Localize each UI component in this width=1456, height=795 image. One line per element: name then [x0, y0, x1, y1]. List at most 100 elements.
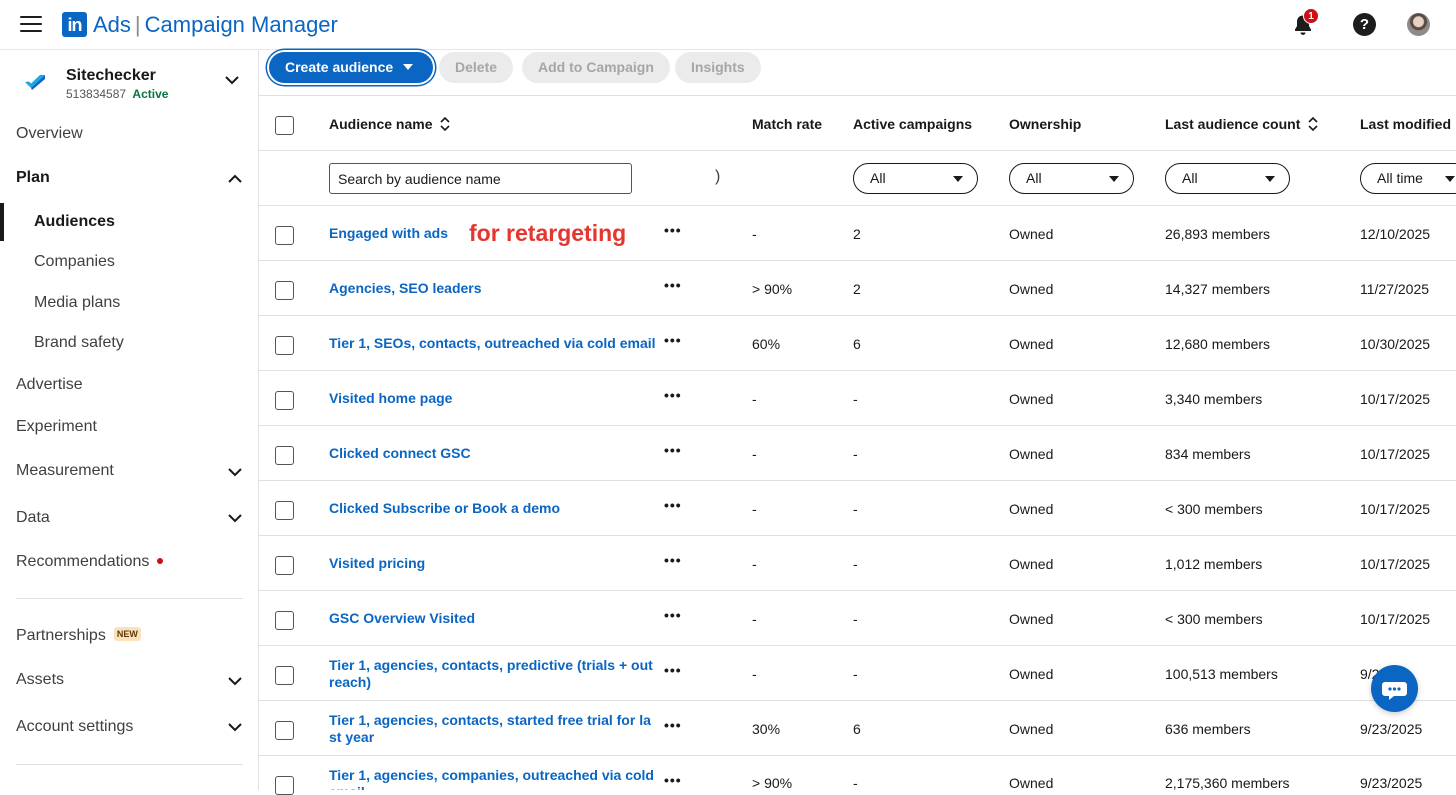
- ownership: Owned: [1009, 775, 1054, 791]
- row-divider: [259, 480, 1456, 481]
- audience-name-link[interactable]: Visited pricing: [329, 555, 659, 572]
- nav-data[interactable]: Data: [16, 509, 50, 527]
- match-rate: -: [752, 501, 757, 517]
- chevron-down-icon[interactable]: [226, 675, 244, 687]
- row-checkbox[interactable]: [275, 611, 294, 630]
- match-rate: -: [752, 391, 757, 407]
- chevron-down-icon[interactable]: [226, 721, 244, 733]
- row-checkbox[interactable]: [275, 336, 294, 355]
- chevron-down-icon[interactable]: [226, 466, 244, 478]
- more-icon[interactable]: •••: [664, 332, 682, 348]
- row-checkbox[interactable]: [275, 776, 294, 795]
- nav-partnerships[interactable]: Partnerships NEW: [16, 626, 141, 645]
- account-switcher[interactable]: Sitechecker 513834587 Active: [0, 61, 259, 111]
- more-icon[interactable]: •••: [664, 607, 682, 623]
- insights-button[interactable]: Insights: [675, 52, 761, 83]
- nav-experiment[interactable]: Experiment: [16, 418, 97, 436]
- column-header-active-campaigns: Active campaigns: [853, 116, 973, 132]
- linkedin-logo[interactable]: in: [62, 12, 87, 37]
- row-checkbox[interactable]: [275, 226, 294, 245]
- filter-ownership[interactable]: All: [1009, 163, 1134, 194]
- top-header: in Ads | Campaign Manager 1 ?: [0, 0, 1456, 50]
- menu-icon[interactable]: [20, 16, 42, 34]
- row-checkbox[interactable]: [275, 391, 294, 410]
- active-campaigns: 6: [853, 721, 861, 737]
- audience-name-link[interactable]: Tier 1, agencies, contacts, predictive (…: [329, 657, 659, 691]
- active-campaigns: 2: [853, 281, 861, 297]
- row-divider: [259, 755, 1456, 756]
- filter-audience-count[interactable]: All: [1165, 163, 1290, 194]
- more-icon[interactable]: •••: [664, 772, 682, 788]
- search-input[interactable]: [329, 163, 632, 194]
- select-all-checkbox[interactable]: [275, 116, 294, 135]
- row-checkbox[interactable]: [275, 446, 294, 465]
- active-campaigns: -: [853, 775, 858, 791]
- more-icon[interactable]: •••: [664, 442, 682, 458]
- section-name: Campaign Manager: [144, 12, 338, 37]
- nav-plan[interactable]: Plan: [16, 169, 50, 187]
- row-checkbox[interactable]: [275, 666, 294, 685]
- column-header-name[interactable]: Audience name: [329, 116, 451, 132]
- nav-measurement[interactable]: Measurement: [16, 462, 114, 480]
- chevron-up-icon[interactable]: [226, 173, 244, 185]
- active-indicator: [0, 203, 4, 241]
- more-icon[interactable]: •••: [664, 662, 682, 678]
- avatar[interactable]: [1407, 13, 1430, 36]
- notification-badge: 1: [1303, 8, 1319, 24]
- audience-name-link[interactable]: Tier 1, agencies, companies, outreached …: [329, 767, 659, 790]
- notification-dot: [157, 557, 164, 564]
- filter-active-campaigns[interactable]: All: [853, 163, 978, 194]
- nav-media-plans[interactable]: Media plans: [34, 294, 120, 312]
- row-checkbox[interactable]: [275, 721, 294, 740]
- match-rate: -: [752, 611, 757, 627]
- sort-icon[interactable]: [440, 117, 451, 132]
- audience-name-link[interactable]: Tier 1, agencies, contacts, started free…: [329, 712, 659, 746]
- more-icon[interactable]: •••: [664, 277, 682, 293]
- nav-account-settings[interactable]: Account settings: [16, 718, 133, 736]
- audience-name-link[interactable]: Visited home page: [329, 390, 659, 407]
- match-rate: 60%: [752, 336, 781, 352]
- column-header-last-modified: Last modified: [1360, 116, 1452, 132]
- nav-companies[interactable]: Companies: [34, 253, 115, 271]
- row-checkbox[interactable]: [275, 281, 294, 300]
- row-divider: [259, 700, 1456, 701]
- ownership: Owned: [1009, 226, 1054, 242]
- nav-overview[interactable]: Overview: [16, 125, 83, 143]
- audience-name-link[interactable]: Clicked connect GSC: [329, 445, 659, 462]
- row-divider: [259, 535, 1456, 536]
- filter-last-modified[interactable]: All time: [1360, 163, 1456, 194]
- last-modified: 10/17/2025: [1360, 446, 1431, 462]
- chevron-down-icon[interactable]: [226, 512, 244, 524]
- more-icon[interactable]: •••: [664, 497, 682, 513]
- nav-assets[interactable]: Assets: [16, 671, 64, 689]
- nav-recommendations[interactable]: Recommendations: [16, 553, 164, 571]
- chevron-down-icon[interactable]: [224, 75, 240, 85]
- audience-name-link[interactable]: Tier 1, SEOs, contacts, outreached via c…: [329, 335, 659, 352]
- nav-brand-safety[interactable]: Brand safety: [34, 334, 124, 352]
- create-audience-button[interactable]: Create audience: [269, 52, 433, 83]
- audience-name-link[interactable]: Agencies, SEO leaders: [329, 280, 659, 297]
- sidebar-divider: [16, 598, 243, 599]
- product-title: Ads | Campaign Manager: [93, 12, 338, 38]
- sidebar-divider: [16, 764, 243, 765]
- last-modified: 10/30/2025: [1360, 336, 1431, 352]
- chat-button[interactable]: [1371, 665, 1418, 712]
- delete-button[interactable]: Delete: [439, 52, 514, 83]
- more-icon[interactable]: •••: [664, 717, 682, 733]
- help-icon[interactable]: ?: [1353, 13, 1376, 36]
- column-header-last-audience-count[interactable]: Last audience count: [1165, 116, 1318, 132]
- nav-advertise[interactable]: Advertise: [16, 376, 83, 394]
- sort-icon[interactable]: [1308, 117, 1318, 132]
- add-to-campaign-button[interactable]: Add to Campaign: [522, 52, 670, 83]
- more-icon[interactable]: •••: [664, 222, 682, 238]
- row-checkbox[interactable]: [275, 556, 294, 575]
- audience-name-link[interactable]: GSC Overview Visited: [329, 610, 659, 627]
- ownership: Owned: [1009, 281, 1054, 297]
- more-icon[interactable]: •••: [664, 387, 682, 403]
- stray-paren: ): [715, 168, 721, 185]
- more-icon[interactable]: •••: [664, 552, 682, 568]
- row-checkbox[interactable]: [275, 501, 294, 520]
- nav-audiences[interactable]: Audiences: [34, 213, 115, 231]
- audience-name-link[interactable]: Clicked Subscribe or Book a demo: [329, 500, 659, 517]
- active-campaigns: -: [853, 611, 858, 627]
